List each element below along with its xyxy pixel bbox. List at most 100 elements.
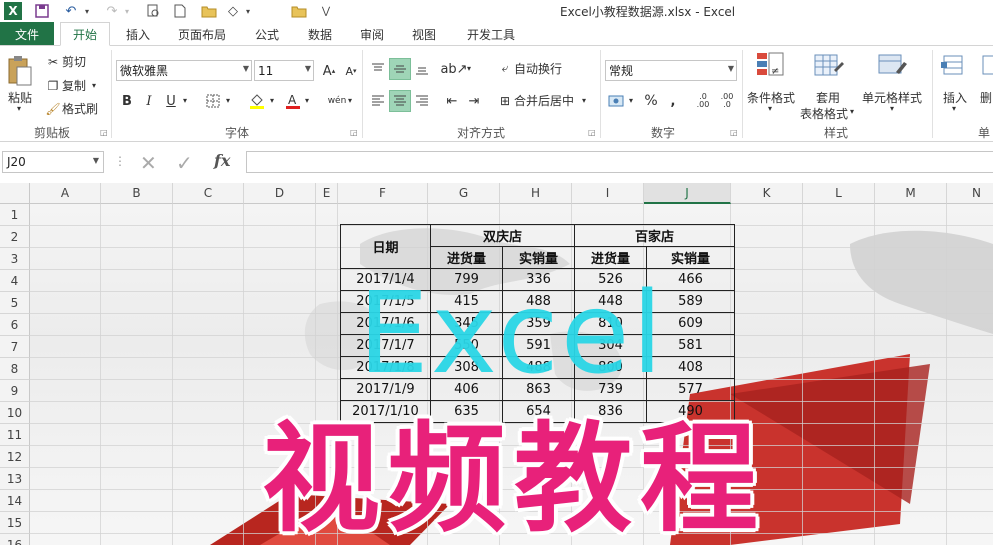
font-color-icon[interactable]: A	[282, 90, 304, 112]
column-header-j[interactable]: J	[644, 183, 731, 204]
cell-styles-dropdown-icon[interactable]: ▾	[890, 104, 894, 113]
number-launcher-icon[interactable]: ◲	[730, 128, 738, 137]
align-left-icon[interactable]	[367, 90, 389, 112]
row-header-11[interactable]: 11	[0, 424, 30, 446]
column-header-h[interactable]: H	[500, 183, 572, 204]
row-header-16[interactable]: 16	[0, 534, 30, 545]
subheader-cell[interactable]: 进货量	[430, 246, 503, 269]
row-header-8[interactable]: 8	[0, 358, 30, 380]
format-as-table-icon[interactable]	[814, 52, 844, 82]
column-header-c[interactable]: C	[173, 183, 244, 204]
redo-dropdown-icon[interactable]: ▾	[122, 2, 132, 20]
subheader-cell[interactable]: 进货量	[574, 246, 647, 269]
fill-dropdown-icon[interactable]: ▾	[270, 96, 274, 105]
new-file-icon[interactable]	[172, 2, 188, 20]
header-store-cell[interactable]: 百家店	[574, 224, 735, 247]
more-options-icon[interactable]: ⋮	[114, 154, 126, 168]
insert-cells-icon[interactable]	[940, 52, 968, 82]
name-box[interactable]: J20 ▼	[2, 151, 104, 173]
italic-icon[interactable]: I	[138, 90, 160, 112]
align-right-icon[interactable]	[411, 90, 433, 112]
row-header-14[interactable]: 14	[0, 490, 30, 512]
delete-cells-button[interactable]: 删	[980, 89, 992, 106]
select-all-corner[interactable]	[0, 183, 30, 204]
format-table-dropdown-icon[interactable]: ▾	[850, 107, 854, 116]
row-header-4[interactable]: 4	[0, 270, 30, 292]
align-center-icon[interactable]	[389, 90, 411, 112]
column-header-f[interactable]: F	[338, 183, 428, 204]
confirm-entry-icon[interactable]: ✓	[176, 151, 193, 175]
conditional-format-dropdown-icon[interactable]: ▾	[768, 104, 772, 113]
print-preview-icon[interactable]	[144, 2, 162, 20]
clipboard-launcher-icon[interactable]: ◲	[100, 128, 108, 137]
header-date-cell[interactable]: 日期	[340, 224, 431, 269]
row-header-10[interactable]: 10	[0, 402, 30, 424]
tab-formulas[interactable]: 公式	[248, 22, 286, 46]
borders-dropdown-icon[interactable]: ▾	[226, 96, 230, 105]
conditional-format-icon[interactable]: ≠	[756, 52, 786, 82]
undo-icon[interactable]: ↶	[60, 2, 82, 20]
column-header-m[interactable]: M	[875, 183, 947, 204]
qa-dropdown-icon[interactable]: ▾	[244, 2, 252, 20]
column-header-d[interactable]: D	[244, 183, 316, 204]
customize-qa-icon[interactable]: ⋁	[320, 2, 332, 20]
row-header-7[interactable]: 7	[0, 336, 30, 358]
accounting-dropdown-icon[interactable]: ▾	[629, 96, 633, 105]
orientation-icon[interactable]: ab↗	[440, 58, 467, 80]
align-middle-icon[interactable]	[389, 58, 411, 80]
paste-icon[interactable]	[6, 54, 34, 88]
insert-function-icon[interactable]: fx	[214, 151, 230, 170]
copy-dropdown-icon[interactable]: ▾	[92, 81, 96, 90]
row-header-5[interactable]: 5	[0, 292, 30, 314]
increase-font-size-icon[interactable]: A ▴	[318, 60, 340, 82]
redo-icon[interactable]: ↷	[102, 2, 122, 20]
save-icon[interactable]	[32, 2, 52, 20]
tab-data[interactable]: 数据	[300, 22, 340, 46]
paste-dropdown-icon[interactable]: ▾	[17, 104, 21, 113]
insert-cells-dropdown-icon[interactable]: ▾	[952, 104, 956, 113]
row-header-3[interactable]: 3	[0, 248, 30, 270]
tab-home[interactable]: 开始	[60, 22, 110, 46]
bold-icon[interactable]: B	[116, 90, 138, 112]
underline-icon[interactable]: U	[160, 90, 182, 112]
percent-icon[interactable]: %	[640, 90, 662, 112]
format-as-table-label-1[interactable]: 套用	[816, 89, 840, 106]
column-header-a[interactable]: A	[30, 183, 101, 204]
merge-dropdown-icon[interactable]: ▾	[582, 96, 586, 105]
column-header-n[interactable]: N	[947, 183, 993, 204]
column-header-g[interactable]: G	[428, 183, 500, 204]
wrap-text-button[interactable]: ⤶ 自动换行	[496, 60, 562, 77]
row-header-9[interactable]: 9	[0, 380, 30, 402]
merge-center-button[interactable]: ⊞ 合并后居中 ▾	[496, 92, 586, 109]
row-header-6[interactable]: 6	[0, 314, 30, 336]
orientation-dropdown-icon[interactable]: ▾	[467, 64, 471, 73]
borders-icon[interactable]	[202, 90, 224, 112]
row-header-1[interactable]: 1	[0, 204, 30, 226]
column-header-e[interactable]: E	[316, 183, 338, 204]
number-format-select[interactable]: 常规 ▼	[605, 60, 737, 81]
tab-page-layout[interactable]: 页面布局	[168, 22, 236, 46]
row-header-13[interactable]: 13	[0, 468, 30, 490]
formula-input[interactable]	[246, 151, 993, 173]
cancel-entry-icon[interactable]: ✕	[140, 151, 157, 175]
cut-button[interactable]: ✂ 剪切	[44, 53, 86, 70]
column-header-i[interactable]: I	[572, 183, 644, 204]
font-launcher-icon[interactable]: ◲	[350, 128, 358, 137]
format-as-table-button[interactable]: 表格格式	[800, 105, 848, 122]
comma-style-icon[interactable]: ,	[662, 90, 684, 112]
column-header-k[interactable]: K	[731, 183, 803, 204]
undo-dropdown-icon[interactable]: ▾	[82, 2, 92, 20]
header-store-cell[interactable]: 双庆店	[430, 224, 575, 247]
fill-color-icon[interactable]	[246, 90, 268, 112]
column-header-b[interactable]: B	[101, 183, 173, 204]
phonetic-guide-icon[interactable]: wén	[326, 90, 348, 112]
open-folder-icon[interactable]	[200, 2, 218, 20]
tab-file[interactable]: 文件	[0, 22, 54, 46]
alignment-launcher-icon[interactable]: ◲	[588, 128, 596, 137]
folder-icon[interactable]	[290, 2, 308, 20]
excel-logo-icon[interactable]: X	[4, 2, 22, 20]
row-header-2[interactable]: 2	[0, 226, 30, 248]
decrease-indent-icon[interactable]: ⇤	[441, 90, 463, 112]
decrease-decimal-icon[interactable]: .00.0	[716, 90, 738, 112]
increase-indent-icon[interactable]: ⇥	[463, 90, 485, 112]
